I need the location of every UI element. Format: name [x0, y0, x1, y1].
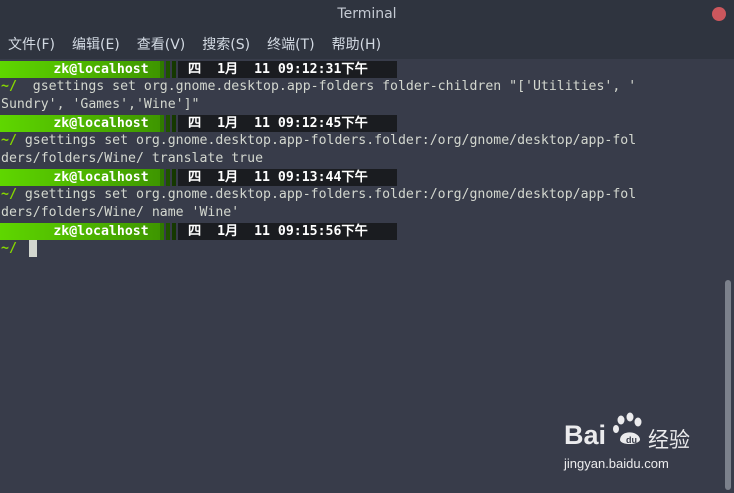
paw-icon: du: [613, 412, 642, 445]
prompt-user: zk@localhost: [53, 62, 149, 77]
prompt-line: zk@localhost 四 1月 11 09:15:56下午: [0, 223, 397, 240]
command-line: ~/: [1, 240, 17, 258]
cwd-label: ~/: [1, 187, 17, 202]
menu-view[interactable]: 查看(V): [137, 34, 186, 54]
watermark-logo: Bai: [564, 420, 607, 450]
command-wrap: Sundry', 'Games','Wine']": [1, 96, 200, 114]
command-text: ders/folders/Wine/ name 'Wine': [1, 205, 240, 220]
menu-bar: 文件(F) 编辑(E) 查看(V) 搜索(S) 终端(T) 帮助(H): [0, 29, 734, 59]
watermark-url: jingyan.baidu.com: [564, 456, 669, 471]
prompt-line: zk@localhost 四 1月 11 09:12:31下午: [0, 61, 397, 78]
command-line: ~/ gsettings set org.gnome.desktop.app-f…: [1, 132, 636, 150]
title-bar: Terminal: [0, 0, 734, 29]
prompt-datetime: 四 1月 11 09:12:45下午: [178, 115, 397, 132]
svg-text:du: du: [626, 435, 637, 445]
prompt-user: zk@localhost: [53, 116, 149, 131]
command-line: ~/ gsettings set org.gnome.desktop.app-f…: [1, 78, 636, 96]
command-text: Sundry', 'Games','Wine']": [1, 97, 200, 112]
cwd-label: ~/: [1, 133, 17, 148]
text-cursor: [29, 240, 37, 257]
prompt-line: zk@localhost 四 1月 11 09:12:45下午: [0, 115, 397, 132]
menu-search[interactable]: 搜索(S): [202, 34, 250, 54]
watermark-cn: 经验: [648, 428, 690, 452]
prompt-datetime: 四 1月 11 09:12:31下午: [178, 61, 397, 78]
prompt-line: zk@localhost 四 1月 11 09:13:44下午: [0, 169, 397, 186]
prompt-datetime: 四 1月 11 09:13:44下午: [178, 169, 397, 186]
menu-edit[interactable]: 编辑(E): [72, 34, 120, 54]
menu-terminal[interactable]: 终端(T): [267, 34, 314, 54]
prompt-user: zk@localhost: [53, 170, 149, 185]
window-title: Terminal: [337, 6, 397, 22]
command-text: ders/folders/Wine/ translate true: [1, 151, 264, 166]
menu-file[interactable]: 文件(F): [8, 34, 55, 54]
cwd-label: ~/: [1, 241, 17, 256]
command-text: gsettings set org.gnome.desktop.app-fold…: [16, 79, 637, 94]
command-text: gsettings set org.gnome.desktop.app-fold…: [16, 133, 637, 148]
command-text: gsettings set org.gnome.desktop.app-fold…: [16, 187, 637, 202]
prompt-user: zk@localhost: [53, 224, 149, 239]
cwd-label: ~/: [1, 79, 17, 94]
prompt-datetime: 四 1月 11 09:15:56下午: [178, 223, 397, 240]
close-button[interactable]: [712, 7, 726, 21]
command-wrap: ders/folders/Wine/ translate true: [1, 150, 263, 168]
scrollbar[interactable]: [722, 59, 734, 493]
menu-help[interactable]: 帮助(H): [332, 34, 381, 54]
scrollbar-thumb[interactable]: [725, 280, 731, 490]
command-wrap: ders/folders/Wine/ name 'Wine': [1, 204, 239, 222]
baidu-jingyan-watermark: Bai du 经验 jingyan.baidu.com: [564, 412, 704, 476]
command-line: ~/ gsettings set org.gnome.desktop.app-f…: [1, 186, 636, 204]
